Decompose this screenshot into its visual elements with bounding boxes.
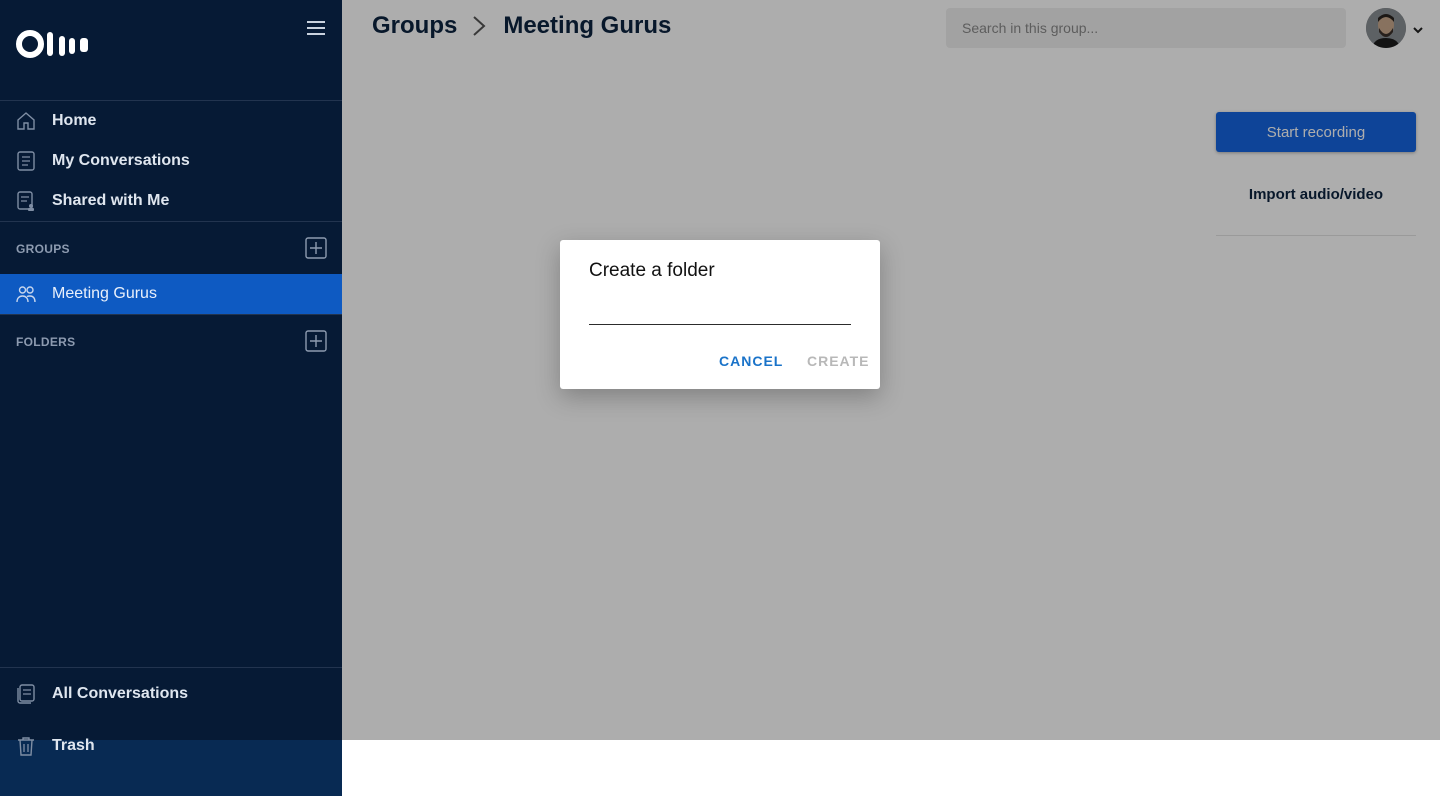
sidebar-item-trash[interactable]: Trash: [0, 726, 342, 766]
document-icon: [16, 151, 36, 171]
groups-section-title: GROUPS: [16, 242, 70, 256]
sidebar: Home My Conversations Shared with Me GRO…: [0, 0, 342, 796]
otter-logo[interactable]: [16, 28, 90, 65]
menu-icon[interactable]: [305, 18, 329, 38]
dialog-title: Create a folder: [589, 260, 715, 281]
sidebar-item-my-conversations[interactable]: My Conversations: [0, 141, 342, 181]
people-icon: [16, 284, 36, 304]
sidebar-item-meeting-gurus[interactable]: Meeting Gurus: [0, 274, 342, 314]
sidebar-item-shared-with-me[interactable]: Shared with Me: [0, 181, 342, 221]
sidebar-item-home[interactable]: Home: [0, 101, 342, 141]
otter-logo-icon: [16, 30, 88, 58]
divider: [0, 314, 342, 315]
cancel-button[interactable]: CANCEL: [719, 353, 783, 369]
sidebar-item-all-conversations[interactable]: All Conversations: [0, 674, 342, 714]
divider: [0, 221, 342, 222]
folder-name-input[interactable]: [589, 294, 851, 325]
sidebar-item-label: Meeting Gurus: [52, 285, 157, 302]
add-folder-icon[interactable]: [305, 330, 327, 352]
documents-stack-icon: [16, 684, 36, 704]
create-button[interactable]: CREATE: [807, 353, 870, 369]
sidebar-item-label: Shared with Me: [52, 192, 170, 209]
sidebar-item-label: Trash: [52, 737, 95, 754]
modal-backdrop[interactable]: [342, 0, 1440, 740]
create-folder-dialog: Create a folder CANCEL CREATE: [560, 240, 880, 389]
divider: [0, 667, 342, 668]
folders-section-title: FOLDERS: [16, 335, 76, 349]
home-icon: [16, 111, 36, 131]
add-group-icon[interactable]: [305, 237, 327, 259]
shared-document-icon: [16, 191, 36, 211]
sidebar-item-label: All Conversations: [52, 685, 189, 702]
sidebar-item-label: Home: [52, 112, 97, 129]
sidebar-item-label: My Conversations: [52, 152, 190, 169]
trash-icon: [16, 736, 36, 756]
